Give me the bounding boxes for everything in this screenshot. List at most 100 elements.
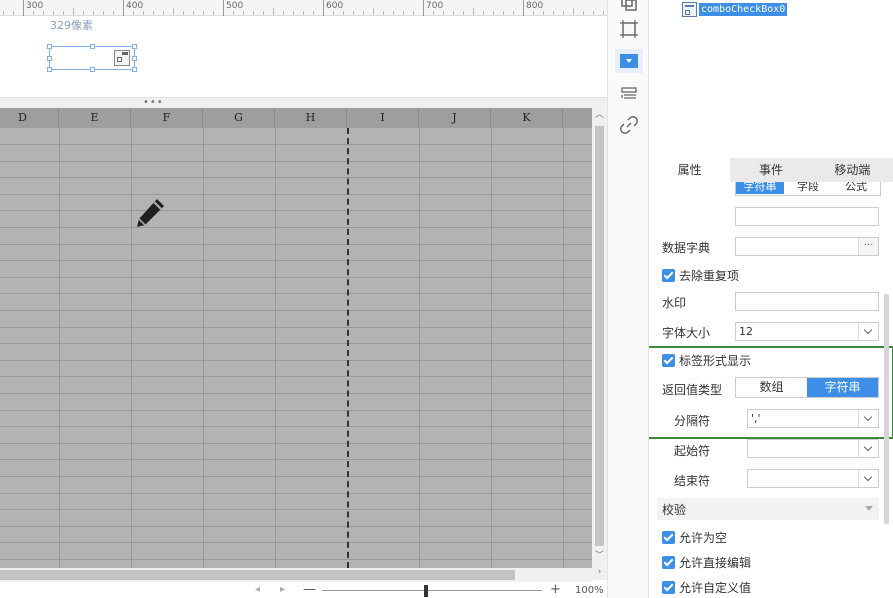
tag-display-label: 标签形式显示	[679, 354, 752, 368]
grid-row-line	[0, 476, 592, 477]
dict-input[interactable]: ···	[735, 237, 879, 256]
tag-display-checkbox[interactable]	[662, 354, 675, 367]
ruler-minor-tick	[193, 11, 194, 15]
ruler-minor-tick	[433, 11, 434, 15]
resize-handle[interactable]	[132, 56, 137, 61]
allow-custom-label: 允许自定义值	[679, 581, 752, 595]
ruler-minor-tick	[363, 11, 364, 15]
allow-empty-checkbox-row[interactable]: 允许为空	[662, 529, 727, 546]
resize-handle[interactable]	[47, 56, 52, 61]
link-icon[interactable]	[619, 115, 639, 135]
resize-handle[interactable]	[132, 67, 137, 72]
page-break-line	[347, 128, 349, 568]
property-tabs: 属性 事件 移动端	[649, 158, 893, 182]
segment-formula[interactable]: 公式	[832, 182, 880, 194]
scroll-down-icon[interactable]: ﹀	[595, 552, 604, 561]
dedupe-checkbox[interactable]	[662, 269, 675, 282]
combo-checkbox-widget[interactable]	[47, 44, 137, 72]
ruler-minor-tick	[443, 11, 444, 15]
separator-select[interactable]: ','	[747, 409, 879, 428]
horizontal-scroll-thumb[interactable]	[0, 570, 515, 580]
zoom-out-button[interactable]: —	[303, 582, 316, 598]
resize-handle[interactable]	[47, 67, 52, 72]
ruler-minor-tick	[143, 11, 144, 15]
list-view-icon[interactable]	[619, 84, 639, 104]
dict-browse-button[interactable]: ···	[858, 238, 878, 255]
spreadsheet-grid[interactable]: D E F G H I J K	[0, 108, 592, 568]
separator-value: ','	[751, 412, 761, 425]
properties-panel: 字符串 字段 公式 数据字典 ··· 去除重复项 水印 字体大小 12 标签形式…	[649, 182, 893, 598]
column-header-e[interactable]: E	[59, 108, 131, 128]
column-header-k[interactable]: K	[491, 108, 563, 128]
segment-string[interactable]: 字符串	[736, 182, 784, 194]
allow-custom-checkbox[interactable]	[662, 581, 675, 594]
resize-handle[interactable]	[132, 44, 137, 49]
resize-handle[interactable]	[90, 67, 95, 72]
pane-splitter[interactable]: •••	[0, 97, 607, 108]
ruler-minor-tick	[263, 11, 264, 15]
nav-right-icon[interactable]: ▸	[280, 582, 285, 598]
column-header-d[interactable]: D	[0, 108, 59, 128]
grid-row-line	[0, 459, 592, 460]
font-size-select[interactable]: 12	[735, 322, 879, 341]
separator-label: 分隔符	[674, 414, 711, 428]
design-canvas[interactable]: 329像素	[0, 17, 607, 97]
ruler-minor-tick	[513, 11, 514, 15]
allow-custom-checkbox-row[interactable]: 允许自定义值	[662, 579, 751, 596]
column-header-f[interactable]: F	[131, 108, 203, 128]
zoom-level: 100%	[575, 585, 604, 596]
ruler-minor-tick	[403, 11, 404, 15]
column-header-h[interactable]: H	[275, 108, 347, 128]
scroll-up-icon[interactable]: ︿	[595, 111, 604, 120]
grid-row-line	[0, 161, 592, 162]
allow-empty-checkbox[interactable]	[662, 531, 675, 544]
vertical-scroll-thumb[interactable]	[595, 126, 604, 546]
zoom-slider-thumb[interactable]	[424, 585, 428, 597]
nav-left-icon[interactable]: ◂	[255, 582, 260, 598]
frame-icon[interactable]	[619, 19, 639, 39]
end-select[interactable]	[747, 469, 879, 488]
segment-field[interactable]: 字段	[784, 182, 832, 194]
start-label: 起始符	[674, 444, 711, 458]
allow-edit-checkbox[interactable]	[662, 556, 675, 569]
chevron-down-icon	[858, 470, 878, 487]
dedupe-label: 去除重复项	[679, 269, 740, 283]
tab-events[interactable]: 事件	[730, 158, 812, 182]
vertical-scrollbar[interactable]: ︿ ﹀ ›	[592, 108, 607, 580]
value-input[interactable]	[735, 207, 879, 226]
zoom-slider-track[interactable]	[322, 590, 542, 591]
grid-row-line	[0, 293, 592, 294]
ruler-minor-tick	[273, 8, 274, 15]
column-header-g[interactable]: G	[203, 108, 275, 128]
chevron-down-icon	[858, 410, 878, 427]
return-type-array[interactable]: 数组	[736, 378, 807, 397]
allow-edit-checkbox-row[interactable]: 允许直接编辑	[662, 554, 751, 571]
verify-section-label: 校验	[662, 503, 687, 517]
tag-display-checkbox-row[interactable]: 标签形式显示	[662, 352, 751, 369]
start-select[interactable]	[747, 439, 879, 458]
tree-node-combo[interactable]: comboCheckBox0	[682, 1, 788, 18]
panel-scrollbar[interactable]	[884, 294, 889, 524]
design-area: 300 400 500 600 700 800 329像素 ••• D E F …	[0, 0, 607, 598]
tree-node-label: comboCheckBox0	[699, 3, 788, 16]
horizontal-scrollbar[interactable]	[0, 568, 592, 582]
resize-handle[interactable]	[90, 44, 95, 49]
column-header-j[interactable]: J	[419, 108, 491, 128]
watermark-label: 水印	[662, 296, 687, 310]
column-header-i[interactable]: I	[347, 108, 419, 128]
combobox-widget-icon[interactable]	[615, 49, 643, 73]
scroll-right-icon[interactable]: ›	[595, 568, 604, 577]
return-type-string[interactable]: 字符串	[807, 378, 878, 397]
tab-mobile[interactable]: 移动端	[811, 158, 893, 182]
dedupe-checkbox-row[interactable]: 去除重复项	[662, 267, 739, 284]
tab-properties[interactable]: 属性	[649, 158, 731, 182]
zoom-in-button[interactable]: +	[550, 582, 561, 598]
ruler-minor-tick	[43, 11, 44, 15]
grid-row-line	[0, 360, 592, 361]
resize-handle[interactable]	[47, 44, 52, 49]
ruler-minor-tick	[503, 11, 504, 15]
verify-section-header[interactable]: 校验	[657, 498, 879, 520]
layers-icon[interactable]	[619, 0, 639, 14]
watermark-input[interactable]	[735, 292, 879, 311]
ruler-minor-tick	[493, 11, 494, 15]
